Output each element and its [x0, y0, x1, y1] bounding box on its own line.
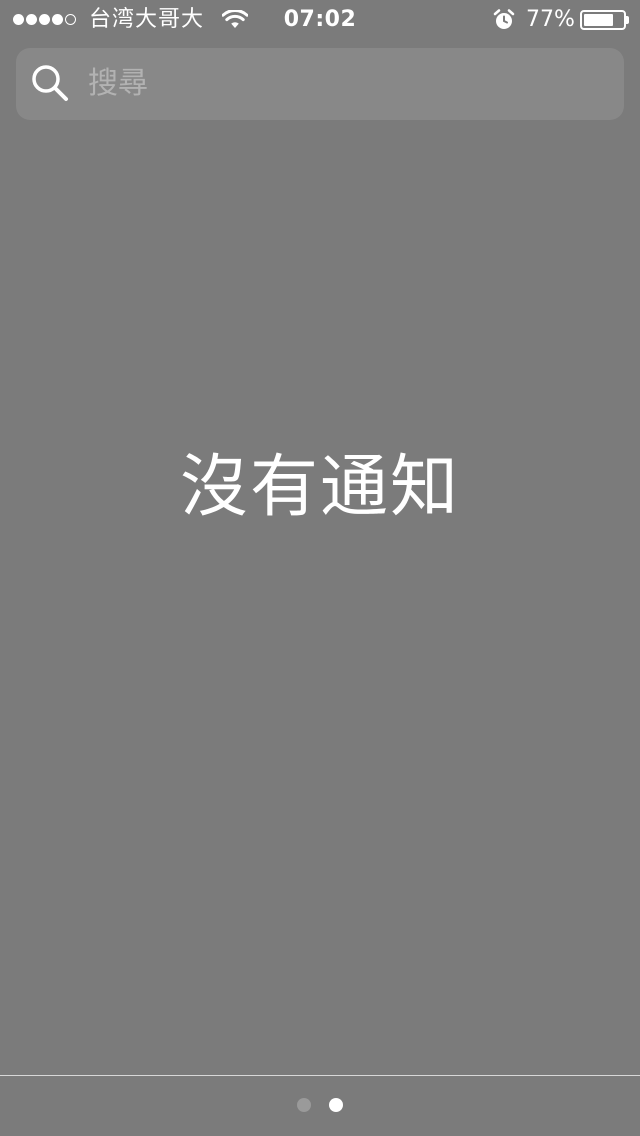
bottom-divider	[0, 1075, 640, 1076]
battery-level-fill	[584, 14, 613, 26]
status-bar: 台湾大哥大 07:02 77%	[0, 0, 640, 40]
page-indicator[interactable]	[0, 1098, 640, 1112]
page-dot[interactable]	[329, 1098, 343, 1112]
empty-notifications-message: 沒有通知	[179, 448, 460, 527]
battery-icon	[580, 10, 626, 30]
battery-percentage: 77%	[526, 7, 575, 32]
page-dot[interactable]	[297, 1098, 311, 1112]
search-icon	[32, 65, 68, 101]
search-input[interactable]	[88, 58, 588, 108]
battery-tip	[626, 16, 629, 24]
alarm-clock-icon	[493, 9, 515, 29]
